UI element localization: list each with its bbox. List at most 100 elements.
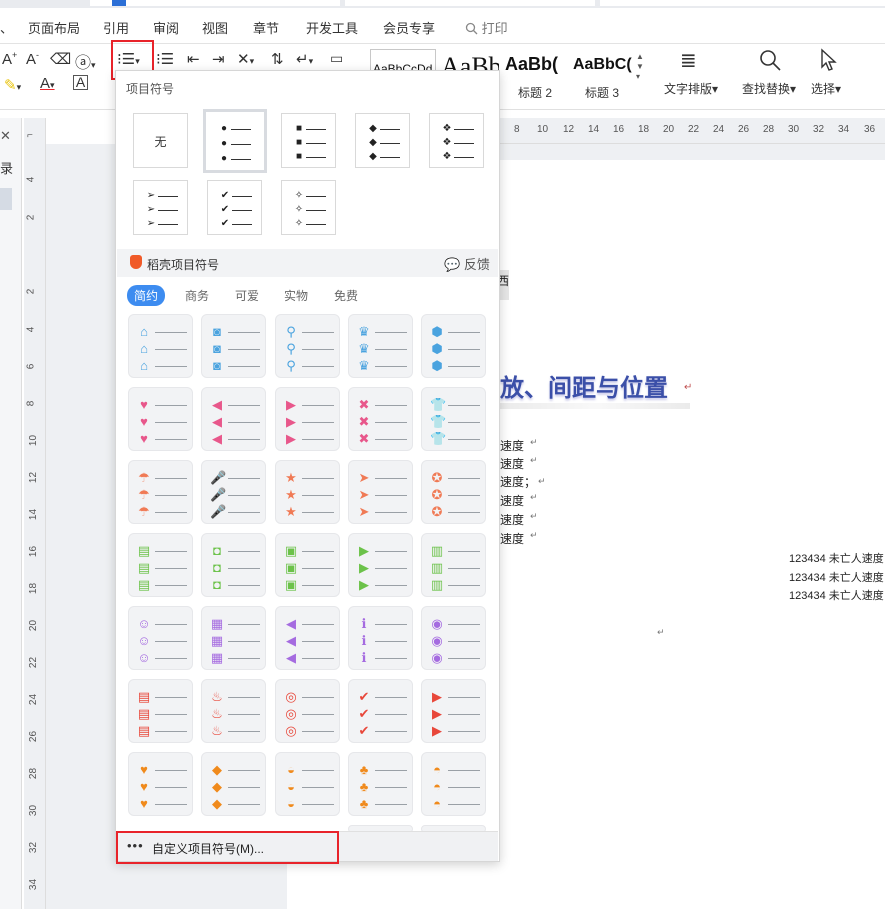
tab-business[interactable]: 商务 — [178, 285, 216, 306]
para-mark-icon[interactable]: ↵▾ — [296, 50, 313, 68]
docer-bullet-option[interactable]: ⬢ ⬢ ⬢ — [421, 314, 486, 378]
doc-tab[interactable] — [90, 0, 340, 6]
doc-tab-2[interactable] — [345, 0, 595, 6]
bullet-option-four-diamond[interactable]: ❖ ❖ ❖ — [429, 113, 484, 168]
bullet-line — [155, 405, 187, 406]
phonetic-icon[interactable]: ⓐ▾ — [75, 49, 96, 73]
bullet-glyph: ✔ — [358, 689, 370, 704]
docer-bullet-option[interactable]: ▶ ▶ ▶ — [275, 387, 340, 451]
ruler-left-tick: 4 — [25, 326, 37, 333]
char-border-icon[interactable]: A — [73, 75, 88, 90]
docer-bullet-option[interactable]: ◆ ◆ ◆ — [201, 752, 266, 816]
text-layout-icon[interactable]: ≣ — [680, 48, 697, 73]
highlight-icon[interactable]: ✎▾ — [4, 76, 21, 94]
font-color-icon[interactable]: A▾ — [40, 75, 55, 92]
bullet-line — [155, 551, 187, 552]
docer-bullet-option[interactable]: ⚲ ⚲ ⚲ — [275, 314, 340, 378]
tab-simple[interactable]: 简约 — [127, 285, 166, 306]
menu-references[interactable]: 引用 — [103, 18, 129, 37]
bullet-option-square[interactable]: ■ ■ ■ — [281, 113, 336, 168]
tab-cute[interactable]: 可爱 — [228, 285, 266, 306]
bullet-line — [155, 624, 187, 625]
bullet-glyph: ♥ — [140, 762, 148, 777]
increase-indent-icon[interactable]: ⇥ — [212, 50, 225, 68]
docer-bullet-option[interactable]: ▦ ▦ ▦ — [201, 606, 266, 670]
sort-icon[interactable]: ⇅ — [271, 50, 284, 68]
bullet-glyph: ◒ — [287, 779, 295, 794]
docer-bullet-option[interactable]: ☺ ☺ ☺ — [128, 606, 193, 670]
find-replace-button[interactable]: 查找替换▾ — [742, 80, 796, 97]
docer-bullet-option[interactable]: ◓ ◓ ◓ — [421, 752, 486, 816]
close-icon[interactable]: ✕ — [0, 128, 11, 144]
docer-bullet-option[interactable]: ♛ ♛ ♛ — [348, 314, 413, 378]
docer-bullet-option[interactable]: ♣ ♣ ♣ — [348, 752, 413, 816]
menu-member[interactable]: 会员专享 — [383, 18, 435, 37]
docer-bullet-option[interactable]: ◀ ◀ ◀ — [201, 387, 266, 451]
docer-bullet-option[interactable]: ◀ ◀ ◀ — [275, 606, 340, 670]
grow-font-icon[interactable]: A+ — [2, 50, 17, 68]
bullet-option-check[interactable]: ✔ ✔ ✔ — [207, 180, 262, 235]
docer-bullet-option[interactable]: ▶ ▶ ▶ — [421, 679, 486, 743]
bullet-option-none[interactable]: 无 — [133, 113, 188, 168]
bullet-option-star[interactable]: ✧ ✧ ✧ — [281, 180, 336, 235]
text-layout-button[interactable]: 文字排版▾ — [664, 80, 718, 97]
docer-bullet-option[interactable]: ♥ ♥ ♥ — [128, 752, 193, 816]
bullet-glyph: ✔ — [358, 723, 370, 738]
tab-ruler-icon[interactable]: ▭ — [330, 50, 343, 67]
bullet-glyph: ✖ — [358, 414, 370, 429]
docer-bullet-option[interactable]: ▤ ▤ ▤ — [128, 533, 193, 597]
docer-bullet-option[interactable]: ✔ ✔ ✔ — [348, 679, 413, 743]
docer-bullet-option[interactable]: ◒ ◒ ◒ — [275, 752, 340, 816]
style-heading-3[interactable]: AaBbC( 标题 3 — [570, 49, 634, 101]
docer-bullet-option[interactable]: ℹℹℹ — [348, 606, 413, 670]
chinese-layout-icon[interactable]: ✕▾ — [237, 50, 254, 68]
docer-bullet-option[interactable]: ◙ ◙ ◙ — [201, 314, 266, 378]
style-heading-2[interactable]: AaBb( 标题 2 — [502, 49, 568, 101]
search-print[interactable]: 打印 — [465, 18, 508, 37]
docer-bullet-option[interactable]: 🎤 🎤 🎤 — [201, 460, 266, 524]
cursor-icon[interactable] — [818, 48, 838, 75]
docer-bullet-option[interactable]: ▶ ▶ ▶ — [348, 533, 413, 597]
docer-bullet-option[interactable]: ▣ ▣ ▣ — [275, 533, 340, 597]
menu-review[interactable]: 审阅 — [153, 18, 179, 37]
ruler-top-tick: 26 — [738, 124, 750, 135]
docer-bullet-option[interactable]: ♥ ♥ ♥ — [128, 387, 193, 451]
menu-page-layout[interactable]: 页面布局 — [28, 18, 80, 37]
bullet-line — [375, 551, 407, 552]
docer-bullet-option[interactable]: ✖ ✖ ✖ — [348, 387, 413, 451]
docer-bullet-option[interactable]: ♨ ♨ ♨ — [201, 679, 266, 743]
bullet-option-arrow[interactable]: ➢ ➢ ➢ — [133, 180, 188, 235]
decrease-indent-icon[interactable]: ⇤ — [187, 50, 200, 68]
docer-bullet-option[interactable]: ◎ ◎ ◎ — [275, 679, 340, 743]
menu-developer[interactable]: 开发工具 — [306, 18, 358, 37]
docer-bullet-option[interactable]: ◘ ◘ ◘ — [201, 533, 266, 597]
docer-bullet-option[interactable]: ☂ ☂ ☂ — [128, 460, 193, 524]
docer-bullet-option[interactable]: 👕 👕 👕 — [421, 387, 486, 451]
bullet-glyph: ✪ — [431, 487, 443, 502]
menu-section[interactable]: 章节 — [253, 18, 279, 37]
docer-bullet-option[interactable]: ★ ★ ★ — [275, 460, 340, 524]
numbered-list-icon[interactable]: ⁝☰ — [156, 50, 174, 68]
docer-bullet-option[interactable]: ▥ ▥ ▥ — [421, 533, 486, 597]
shrink-font-icon[interactable]: A- — [26, 50, 39, 68]
menu-overflow-mark: 、 — [0, 21, 14, 36]
style-heading-3-sample: AaBbC( — [573, 56, 632, 73]
style-scroll-icon[interactable]: ▲ ▼ ▾ — [636, 52, 644, 82]
bullet-line — [302, 568, 334, 569]
select-button[interactable]: 选择▾ — [811, 80, 841, 97]
eraser-icon[interactable]: ⌫ — [50, 50, 71, 68]
doc-tab-3[interactable] — [600, 0, 885, 6]
docer-bullet-option[interactable]: ⌂ ⌂ ⌂ — [128, 314, 193, 378]
tab-free[interactable]: 免费 — [327, 285, 365, 306]
docer-bullet-option[interactable]: ▤ ▤ ▤ — [128, 679, 193, 743]
docer-bullet-option[interactable]: ◉ ◉ ◉ — [421, 606, 486, 670]
nav-panel-item[interactable] — [0, 188, 12, 210]
bullet-option-diamond[interactable]: ◆ ◆ ◆ — [355, 113, 410, 168]
feedback-button[interactable]: 💬 反馈 — [444, 254, 490, 273]
tab-object[interactable]: 实物 — [277, 285, 315, 306]
docer-bullet-option[interactable]: ✪ ✪ ✪ — [421, 460, 486, 524]
menu-view[interactable]: 视图 — [202, 18, 228, 37]
bullet-option-dot[interactable]: ● ● ● — [203, 109, 267, 173]
find-replace-icon[interactable] — [758, 48, 782, 75]
docer-bullet-option[interactable]: ➤ ➤ ➤ — [348, 460, 413, 524]
